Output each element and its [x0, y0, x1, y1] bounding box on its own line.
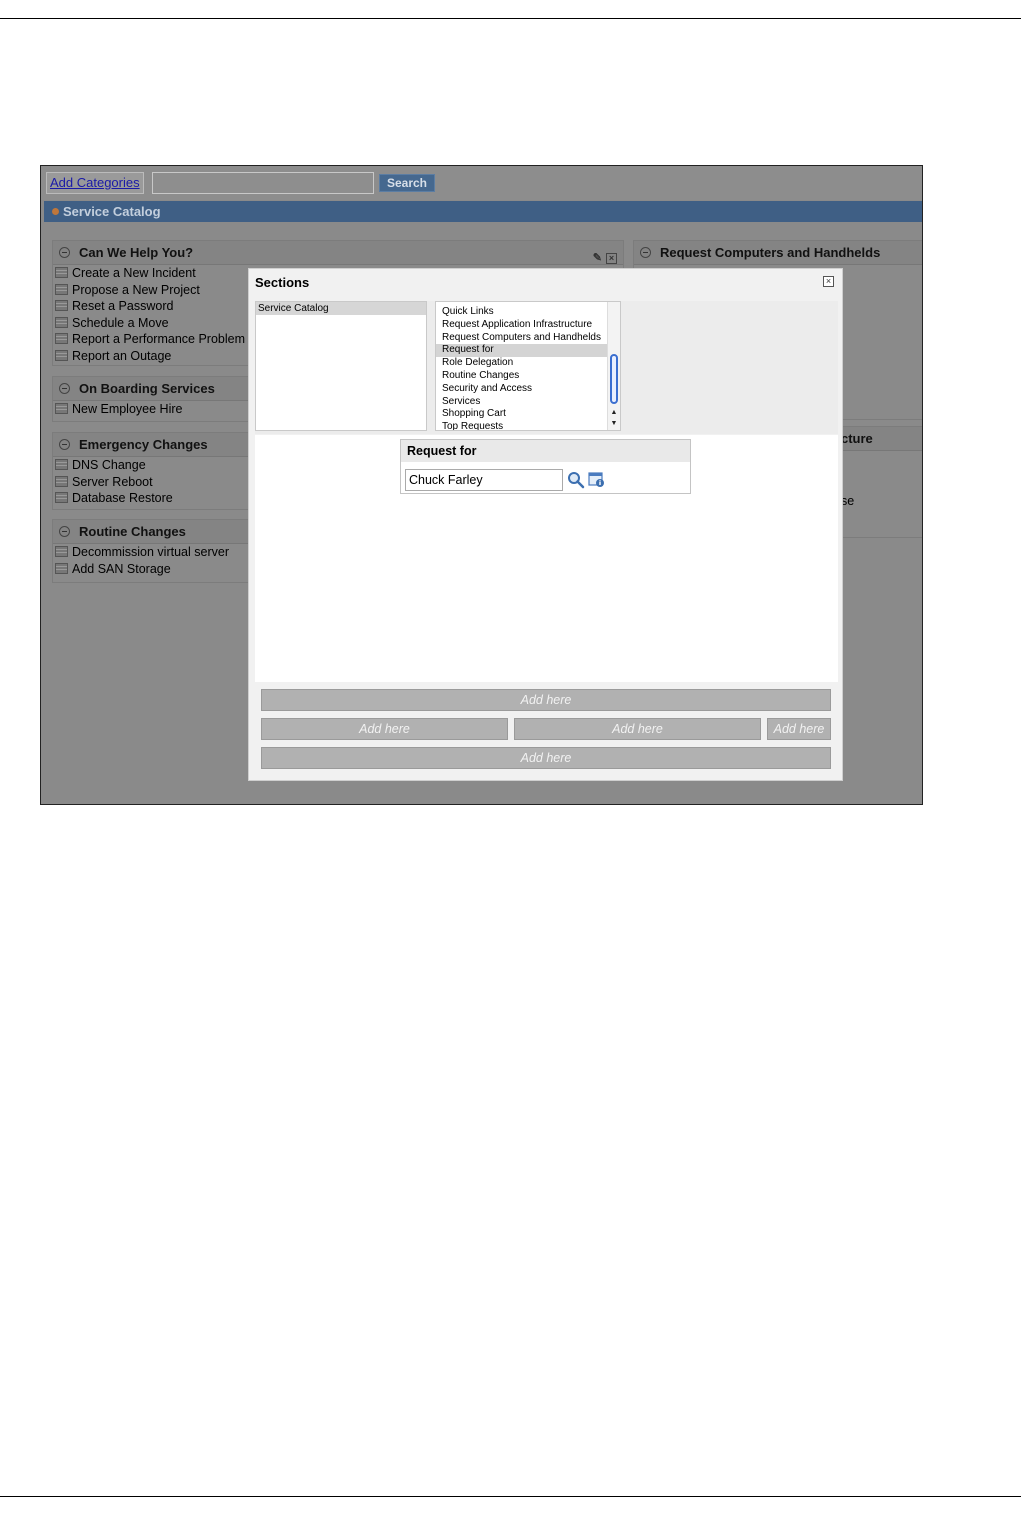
close-icon[interactable]: × — [823, 276, 834, 287]
panel-tools: ✎ × — [593, 246, 617, 270]
close-icon[interactable]: × — [606, 253, 617, 264]
panel-title: cture — [841, 431, 873, 446]
sections-dialog: Sections × Service Catalog Quick Links R… — [248, 268, 843, 781]
panel-header[interactable]: On Boarding Services — [53, 377, 251, 401]
catalog-item-icon — [55, 333, 68, 344]
scrollbar[interactable]: ▲ ▼ — [607, 302, 620, 430]
list-item[interactable]: Quick Links — [436, 306, 620, 319]
item-label: Schedule a Move — [72, 315, 169, 330]
panel-routine-changes: Routine Changes Decommission virtual ser… — [52, 519, 252, 583]
catalog-item-icon — [55, 492, 68, 503]
requested-for-field[interactable]: Chuck Farley — [405, 469, 563, 491]
section-selector: Service Catalog Quick Links Request Appl… — [255, 301, 838, 434]
catalog-item-icon — [55, 283, 68, 295]
panel-title: Emergency Changes — [79, 437, 208, 452]
panel-header[interactable]: Routine Changes — [53, 520, 251, 544]
section-list[interactable]: Quick Links Request Application Infrastr… — [435, 301, 621, 431]
search-toolbar: Add Categories Search — [41, 166, 922, 200]
service-catalog-bar: Service Catalog — [44, 201, 922, 222]
panel-title: Can We Help You? — [79, 245, 194, 260]
list-item[interactable]: Role Delegation — [436, 357, 620, 370]
catalog-item-icon — [55, 300, 68, 311]
search-icon[interactable] — [567, 471, 585, 489]
item-label: Add SAN Storage — [72, 561, 171, 576]
drop-zone-middle[interactable]: Add here — [514, 718, 761, 740]
list-item[interactable]: Routine Changes — [436, 370, 620, 383]
drop-zone-right[interactable]: Add here — [767, 718, 831, 740]
arrow-up-icon[interactable]: ▲ — [609, 408, 619, 418]
collapse-icon[interactable] — [59, 439, 70, 450]
arrow-down-icon[interactable]: ▼ — [609, 419, 619, 429]
list-item[interactable]: Service Catalog — [256, 302, 426, 315]
item-label: Report an Outage — [72, 348, 172, 363]
list-item[interactable]: Security and Access — [436, 383, 620, 396]
page-top-rule — [0, 18, 1021, 19]
list-item[interactable]: DNS Change — [53, 457, 251, 474]
list-item[interactable]: Database Restore — [53, 490, 251, 507]
catalog-item-icon — [55, 403, 68, 414]
screenshot-frame: Add Categories Search Service Catalog Ca… — [40, 165, 923, 805]
drop-zone-bottom[interactable]: Add here — [261, 747, 831, 769]
catalog-item-icon — [55, 316, 68, 328]
item-label: Decommission virtual server — [72, 545, 229, 559]
catalog-item-icon — [55, 562, 68, 574]
list-item[interactable]: Request Application Infrastructure — [436, 319, 620, 332]
catalog-item-icon — [55, 267, 68, 278]
item-label: Create a New Incident — [72, 266, 196, 280]
layout-canvas: Request for Chuck Farley — [255, 435, 838, 682]
request-for-widget[interactable]: Request for Chuck Farley — [400, 439, 691, 494]
category-list[interactable]: Service Catalog — [255, 301, 427, 431]
collapse-icon[interactable] — [640, 247, 651, 258]
item-label: Reset a Password — [72, 299, 174, 313]
item-label: New Employee Hire — [72, 402, 183, 416]
partial-row — [442, 302, 492, 303]
panel-header[interactable]: Request Computers and Handhelds — [634, 241, 922, 265]
list-item[interactable]: Services — [436, 396, 620, 409]
drop-zone-left[interactable]: Add here — [261, 718, 508, 740]
catalog-item-icon — [55, 475, 68, 487]
list-item[interactable]: Server Reboot — [53, 474, 251, 491]
collapse-icon[interactable] — [59, 526, 70, 537]
item-label: Propose a New Project — [72, 282, 200, 297]
item-label: Report a Performance Problem — [72, 332, 245, 346]
list-item[interactable]: Request Computers and Handhelds — [436, 332, 620, 345]
panel-header[interactable]: Can We Help You? ✎ × — [53, 241, 623, 265]
catalog-title: Service Catalog — [63, 204, 161, 219]
item-label: Server Reboot — [72, 474, 153, 489]
panel-emergency-changes: Emergency Changes DNS Change Server Rebo… — [52, 432, 252, 510]
catalog-bullet-icon — [52, 208, 59, 215]
panel-title: On Boarding Services — [79, 381, 215, 396]
catalog-item-icon — [55, 349, 68, 361]
collapse-icon[interactable] — [59, 247, 70, 258]
panel-onboarding: On Boarding Services New Employee Hire — [52, 376, 252, 422]
list-item[interactable]: Top Requests — [436, 421, 620, 430]
item-label: Database Restore — [72, 491, 173, 505]
search-input[interactable] — [152, 172, 374, 194]
panel-title: Request Computers and Handhelds — [660, 245, 881, 260]
reference-info-icon[interactable] — [588, 471, 605, 488]
scrollbar-thumb[interactable] — [610, 354, 618, 404]
page-bottom-rule — [0, 1496, 1021, 1497]
list-item[interactable]: Shopping Cart — [436, 408, 620, 421]
list-item[interactable]: Decommission virtual server — [53, 544, 251, 561]
drop-zone-full[interactable]: Add here — [261, 689, 831, 711]
dialog-title: Sections — [255, 275, 310, 290]
catalog-item-icon — [55, 459, 68, 470]
panel-title: Routine Changes — [79, 524, 186, 539]
panel-header[interactable]: Emergency Changes — [53, 433, 251, 457]
list-item-selected[interactable]: Request for — [436, 344, 620, 358]
list-item[interactable]: New Employee Hire — [53, 401, 251, 418]
item-label: DNS Change — [72, 458, 146, 472]
catalog-item-icon — [55, 546, 68, 557]
search-button[interactable]: Search — [379, 174, 435, 192]
list-item[interactable]: Add SAN Storage — [53, 561, 251, 578]
widget-title: Request for — [401, 440, 690, 462]
add-categories-link[interactable]: Add Categories — [46, 172, 144, 194]
pencil-icon[interactable]: ✎ — [593, 252, 602, 264]
collapse-icon[interactable] — [59, 383, 70, 394]
